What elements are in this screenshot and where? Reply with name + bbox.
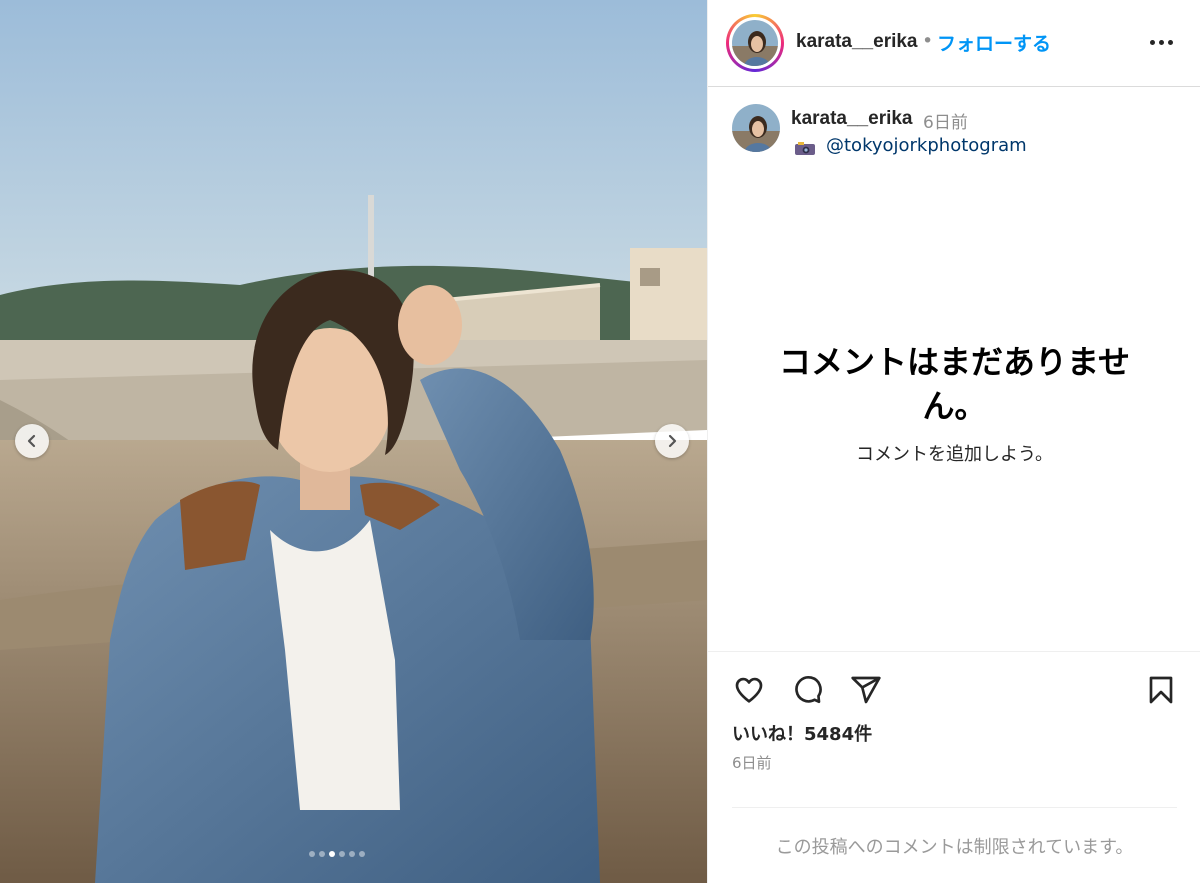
chevron-left-icon — [27, 434, 36, 448]
avatar-image — [732, 20, 778, 66]
carousel-indicator — [309, 851, 365, 857]
previous-slide-button[interactable] — [15, 424, 49, 458]
comment-icon — [795, 676, 822, 704]
comments-restricted-notice: この投稿へのコメントは制限されています。 — [775, 837, 1134, 858]
carousel-dot — [359, 851, 365, 857]
share-icon — [851, 676, 881, 704]
more-horizontal-icon — [1149, 39, 1155, 45]
heart-icon — [735, 677, 763, 703]
actions-divider — [708, 651, 1200, 652]
photo-image — [0, 0, 707, 883]
camera-icon — [795, 142, 815, 155]
caption-time: 6日前 — [923, 113, 968, 133]
post-sidebar: karata__erika • フォローする karata__erika 6日前… — [707, 0, 1200, 883]
caption-username[interactable]: karata__erika — [791, 108, 913, 130]
header-avatar[interactable] — [726, 14, 784, 72]
post-timestamp[interactable]: 6日前 — [732, 752, 772, 773]
next-slide-button[interactable] — [655, 424, 689, 458]
follow-button[interactable]: フォローする — [937, 29, 1051, 56]
like-button[interactable] — [732, 673, 766, 707]
post-header: karata__erika • フォローする — [708, 0, 1200, 87]
carousel-dot — [319, 851, 325, 857]
save-button[interactable] — [1144, 673, 1178, 707]
post-photo[interactable] — [0, 0, 707, 883]
comment-button[interactable] — [790, 673, 824, 707]
no-comments-subtitle: コメントを追加しよう。 — [856, 444, 1053, 465]
share-button[interactable] — [849, 673, 883, 707]
caption-avatar[interactable] — [732, 104, 780, 152]
carousel-dot-active — [329, 851, 335, 857]
carousel-dot — [339, 851, 345, 857]
bookmark-icon — [1149, 676, 1173, 704]
comment-divider — [732, 807, 1177, 808]
no-comments-title: コメントはまだありません。 — [778, 343, 1131, 425]
carousel-dot — [309, 851, 315, 857]
more-options-button[interactable] — [1144, 30, 1178, 54]
caption-mention-link[interactable]: @tokyojorkphotogram — [826, 135, 1027, 156]
carousel-dot — [349, 851, 355, 857]
likes-count[interactable]: いいね！5484件 — [732, 720, 872, 746]
chevron-right-icon — [668, 434, 677, 448]
header-separator: • — [922, 30, 934, 52]
header-username[interactable]: karata__erika — [796, 31, 918, 53]
